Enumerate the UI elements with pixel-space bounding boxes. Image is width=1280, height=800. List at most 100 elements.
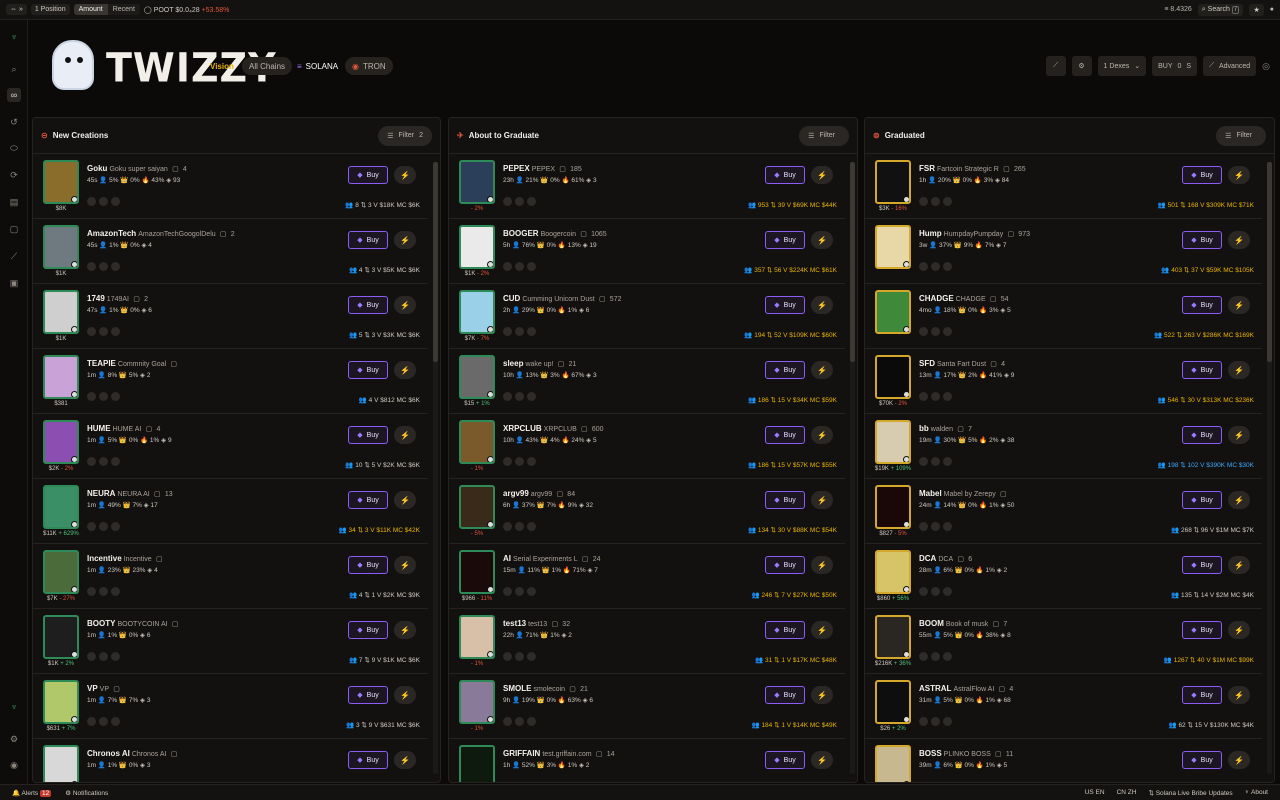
token-card[interactable]: $11K + 629% NEURA NEURA AI ▢ 13 1m 👤 49% 👑 …	[33, 479, 428, 544]
buy-button[interactable]: ◆ Buy	[765, 166, 805, 184]
token-image[interactable]	[43, 745, 79, 782]
x-icon[interactable]	[515, 262, 524, 271]
link-icon[interactable]	[503, 522, 512, 531]
copy-icon[interactable]: ▢	[146, 426, 153, 433]
search-icon[interactable]	[943, 392, 952, 401]
profile-icon[interactable]: ◉	[7, 758, 21, 772]
x-icon[interactable]	[99, 262, 108, 271]
buy-button[interactable]: ◆ Buy	[1182, 556, 1222, 574]
token-image[interactable]	[459, 745, 495, 782]
quick-buy-bolt-icon[interactable]: ⚡	[1228, 751, 1250, 769]
quick-buy-bolt-icon[interactable]: ⚡	[394, 166, 416, 184]
copy-icon[interactable]: ▢	[990, 361, 997, 368]
search-icon[interactable]	[111, 457, 120, 466]
token-image[interactable]	[875, 225, 911, 269]
token-image[interactable]	[875, 615, 911, 659]
buy-button[interactable]: ◆ Buy	[1182, 751, 1222, 769]
x-icon[interactable]	[931, 197, 940, 206]
scroll-thumb[interactable]	[1267, 162, 1272, 362]
notifications-button[interactable]: ⚙ Notifications	[65, 789, 108, 797]
search-icon[interactable]	[527, 717, 536, 726]
buy-amount-input[interactable]: 0	[1178, 63, 1182, 70]
search-icon[interactable]	[527, 392, 536, 401]
copy-icon[interactable]: ▢	[113, 686, 120, 693]
search-icon[interactable]	[943, 522, 952, 531]
search-button[interactable]: ⌕ Search /	[1197, 3, 1244, 16]
token-card[interactable]: - 1% XRPCLUB XRPCLUB ▢ 600 10h 👤 43% 👑 4% 🔥…	[449, 414, 845, 479]
token-image[interactable]	[875, 290, 911, 334]
search-icon[interactable]	[943, 327, 952, 336]
link-icon[interactable]	[87, 587, 96, 596]
amount-tab[interactable]: Amount	[73, 4, 108, 15]
quick-buy-bolt-icon[interactable]: ⚡	[1228, 231, 1250, 249]
buy-button[interactable]: ◆ Buy	[348, 751, 388, 769]
copy-icon[interactable]: ▢	[596, 751, 603, 758]
history-icon[interactable]: ↺	[7, 115, 21, 129]
copy-icon[interactable]: ▢	[170, 361, 177, 368]
quick-buy-bolt-icon[interactable]: ⚡	[394, 426, 416, 444]
search-icon[interactable]	[527, 782, 536, 783]
x-icon[interactable]	[99, 782, 108, 783]
new-feature-icon[interactable]: ♆	[7, 700, 21, 714]
search-icon[interactable]	[111, 717, 120, 726]
token-image[interactable]	[875, 355, 911, 399]
quick-buy-bolt-icon[interactable]: ⚡	[1228, 686, 1250, 704]
token-card[interactable]: - 5% argv99 argv99 ▢ 84 6h 👤 37% 👑 7% 🔥 9% …	[449, 479, 845, 544]
x-icon[interactable]	[931, 392, 940, 401]
column-scrollbar[interactable]	[433, 162, 438, 774]
info-icon[interactable]: ◎	[1262, 61, 1270, 72]
link-icon[interactable]	[919, 652, 928, 661]
token-image[interactable]	[875, 680, 911, 724]
copy-icon[interactable]: ▢	[993, 621, 1000, 628]
quick-buy-bolt-icon[interactable]: ⚡	[394, 686, 416, 704]
token-card[interactable]: - 1% SMOLE smolecoin ▢ 21 9h 👤 19% 👑 0% 🔥 6…	[449, 674, 845, 739]
x-icon[interactable]	[515, 457, 524, 466]
search-icon[interactable]	[111, 197, 120, 206]
buy-button[interactable]: ◆ Buy	[348, 491, 388, 509]
copy-icon[interactable]: ▢	[599, 296, 606, 303]
token-card[interactable]: $631 + 7% VP VP ▢ 1m 👤 7% 👑 7% ◈ 3 ◆ Buy ⚡ 👥 3…	[33, 674, 428, 739]
link-icon[interactable]	[919, 522, 928, 531]
filter-button[interactable]: ☰ Filter 2	[378, 125, 432, 146]
quick-buy-bolt-icon[interactable]: ⚡	[811, 296, 833, 314]
token-card[interactable]: $1K 1749 1749AI ▢ 2 47s 👤 1% 👑 0% ◈ 6 ◆ Buy ⚡…	[33, 284, 428, 349]
token-card[interactable]: $7K - 27% Incentive Incentive ▢ 1m 👤 23% 👑…	[33, 544, 428, 609]
token-image[interactable]	[43, 485, 79, 529]
buy-button[interactable]: ◆ Buy	[765, 426, 805, 444]
quick-buy-bolt-icon[interactable]: ⚡	[1228, 426, 1250, 444]
token-card[interactable]: - 2% PEPEX PEPEX ▢ 185 23h 👤 21% 👑 0% 🔥 61%…	[449, 154, 845, 219]
quick-buy-bolt-icon[interactable]: ⚡	[811, 491, 833, 509]
token-card[interactable]: - 1% test13 test13 ▢ 32 22h 👤 71% 👑 1% ◈ 2 ◆…	[449, 609, 845, 674]
copy-icon[interactable]: ▢	[582, 556, 589, 563]
quick-buy-bolt-icon[interactable]: ⚡	[811, 751, 833, 769]
chart-toggle-icon[interactable]: ⟋	[1045, 56, 1066, 76]
wallet-balance[interactable]: ≡ 8.4326	[1164, 6, 1191, 13]
copy-icon[interactable]: ▢	[990, 296, 997, 303]
search-icon[interactable]	[943, 587, 952, 596]
token-card[interactable]: $860 + 56% DCA DCA ▢ 6 28m 👤 6% 👑 0% 🔥 1% ◈…	[865, 544, 1262, 609]
ticker-pill[interactable]: ◯ POOT $0.0₄28 +53.58%	[144, 6, 230, 14]
x-icon[interactable]	[931, 782, 940, 783]
search-icon[interactable]	[111, 587, 120, 596]
quick-buy-bolt-icon[interactable]: ⚡	[394, 621, 416, 639]
link-icon[interactable]	[87, 197, 96, 206]
search-icon[interactable]	[111, 392, 120, 401]
quick-buy-bolt-icon[interactable]: ⚡	[394, 491, 416, 509]
recent-tab[interactable]: Recent	[108, 4, 140, 15]
link-icon[interactable]	[87, 262, 96, 271]
x-icon[interactable]	[515, 587, 524, 596]
token-image[interactable]	[43, 680, 79, 724]
search-icon[interactable]	[527, 262, 536, 271]
buy-button[interactable]: ◆ Buy	[348, 296, 388, 314]
x-icon[interactable]	[99, 457, 108, 466]
quick-buy-bolt-icon[interactable]: ⚡	[1228, 621, 1250, 639]
dexes-dropdown[interactable]: 1 Dexes ⌄	[1097, 56, 1147, 76]
search-icon[interactable]	[527, 652, 536, 661]
x-icon[interactable]	[99, 652, 108, 661]
search-icon[interactable]	[111, 782, 120, 783]
token-card[interactable]: Chronos AI Chronos AI ▢ 1m 👤 1% 👑 0% ◈ 3 ◆…	[33, 739, 428, 783]
search-icon[interactable]	[943, 652, 952, 661]
token-card[interactable]: $1K - 2% BOOGER Boogercoin ▢ 1065 5h 👤 76% …	[449, 219, 845, 284]
quick-buy-bolt-icon[interactable]: ⚡	[1228, 361, 1250, 379]
token-card[interactable]: $7K - 7% CUD Cumming Unicorn Dust ▢ 572 2h …	[449, 284, 845, 349]
